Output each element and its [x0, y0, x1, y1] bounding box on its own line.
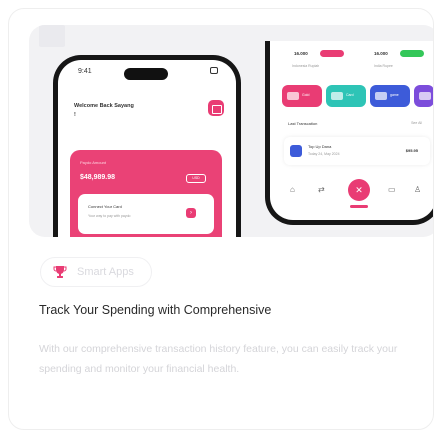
- connect-card-panel: Connect Your Card Your way to pay with p…: [78, 194, 214, 234]
- wallet-amount: 16.000: [374, 51, 388, 56]
- connect-subtitle: Your way to pay with paydo: [88, 214, 131, 218]
- transaction-name: Top Up Dana: [308, 144, 332, 149]
- welcome-text: Welcome Back Sayang !: [74, 103, 134, 118]
- trophy-icon: [53, 266, 67, 278]
- wallet-badge: [400, 50, 424, 57]
- wallet-icon: [290, 145, 302, 157]
- scan-button: [348, 179, 370, 201]
- transaction-date: Today 24, May 2024: [308, 152, 340, 156]
- shopping-bag-icon: [208, 100, 224, 116]
- wallet-currency: India Rupee: [374, 64, 393, 68]
- wallet-amount: 16.000: [294, 51, 308, 56]
- wallet-badge: [320, 50, 344, 57]
- balance-card: Paydo Amount $48,989.98 USD Connect Your…: [70, 150, 222, 237]
- balance-amount: $48,989.98: [80, 174, 116, 181]
- see-all-link: See All: [411, 121, 422, 125]
- balance-label: Paydo Amount: [80, 160, 107, 165]
- active-tab-indicator: [350, 205, 368, 208]
- category-chip: [414, 85, 433, 107]
- category-chip: Gold: [282, 85, 322, 107]
- profile-icon: ♙: [414, 185, 422, 194]
- home-icon: ⌂: [290, 185, 295, 194]
- last-transaction-title: Last Transcation: [288, 121, 318, 126]
- transaction-amount: $95.95: [405, 148, 418, 153]
- arrow-right-icon: ›: [186, 208, 196, 218]
- category-chip: Card: [326, 85, 366, 107]
- category-badge: Smart Apps: [40, 257, 152, 287]
- hero-mockup: 9:41 Welcome Back Sayang ! Paydo Amount …: [29, 25, 433, 237]
- feature-description: With our comprehensive transaction histo…: [39, 343, 398, 375]
- wallet-currency: Indonesia Rupiah: [292, 64, 320, 68]
- category-chip: game: [370, 85, 410, 107]
- phone-mockup-home: 9:41 Welcome Back Sayang ! Paydo Amount …: [53, 55, 241, 237]
- tab-bar: ⌂ ⇄ ▭ ♙: [284, 179, 432, 208]
- battery-icon: [210, 67, 218, 74]
- status-time: 9:41: [78, 68, 92, 75]
- currency-selector: USD: [186, 174, 206, 183]
- wallet-icon: ▭: [388, 185, 396, 194]
- transaction-row: Top Up Dana Today 24, May 2024 $95.95: [284, 137, 430, 165]
- feature-headline: Track Your Spending with Comprehensive: [39, 303, 272, 317]
- transfer-icon: ⇄: [318, 185, 325, 194]
- connect-title: Connect Your Card: [88, 204, 122, 209]
- badge-label: Smart Apps: [77, 266, 134, 278]
- phone-mockup-wallet: 16.000 16.000 Indonesia Rupiah India Rup…: [265, 41, 433, 225]
- phone-notch: [124, 68, 168, 80]
